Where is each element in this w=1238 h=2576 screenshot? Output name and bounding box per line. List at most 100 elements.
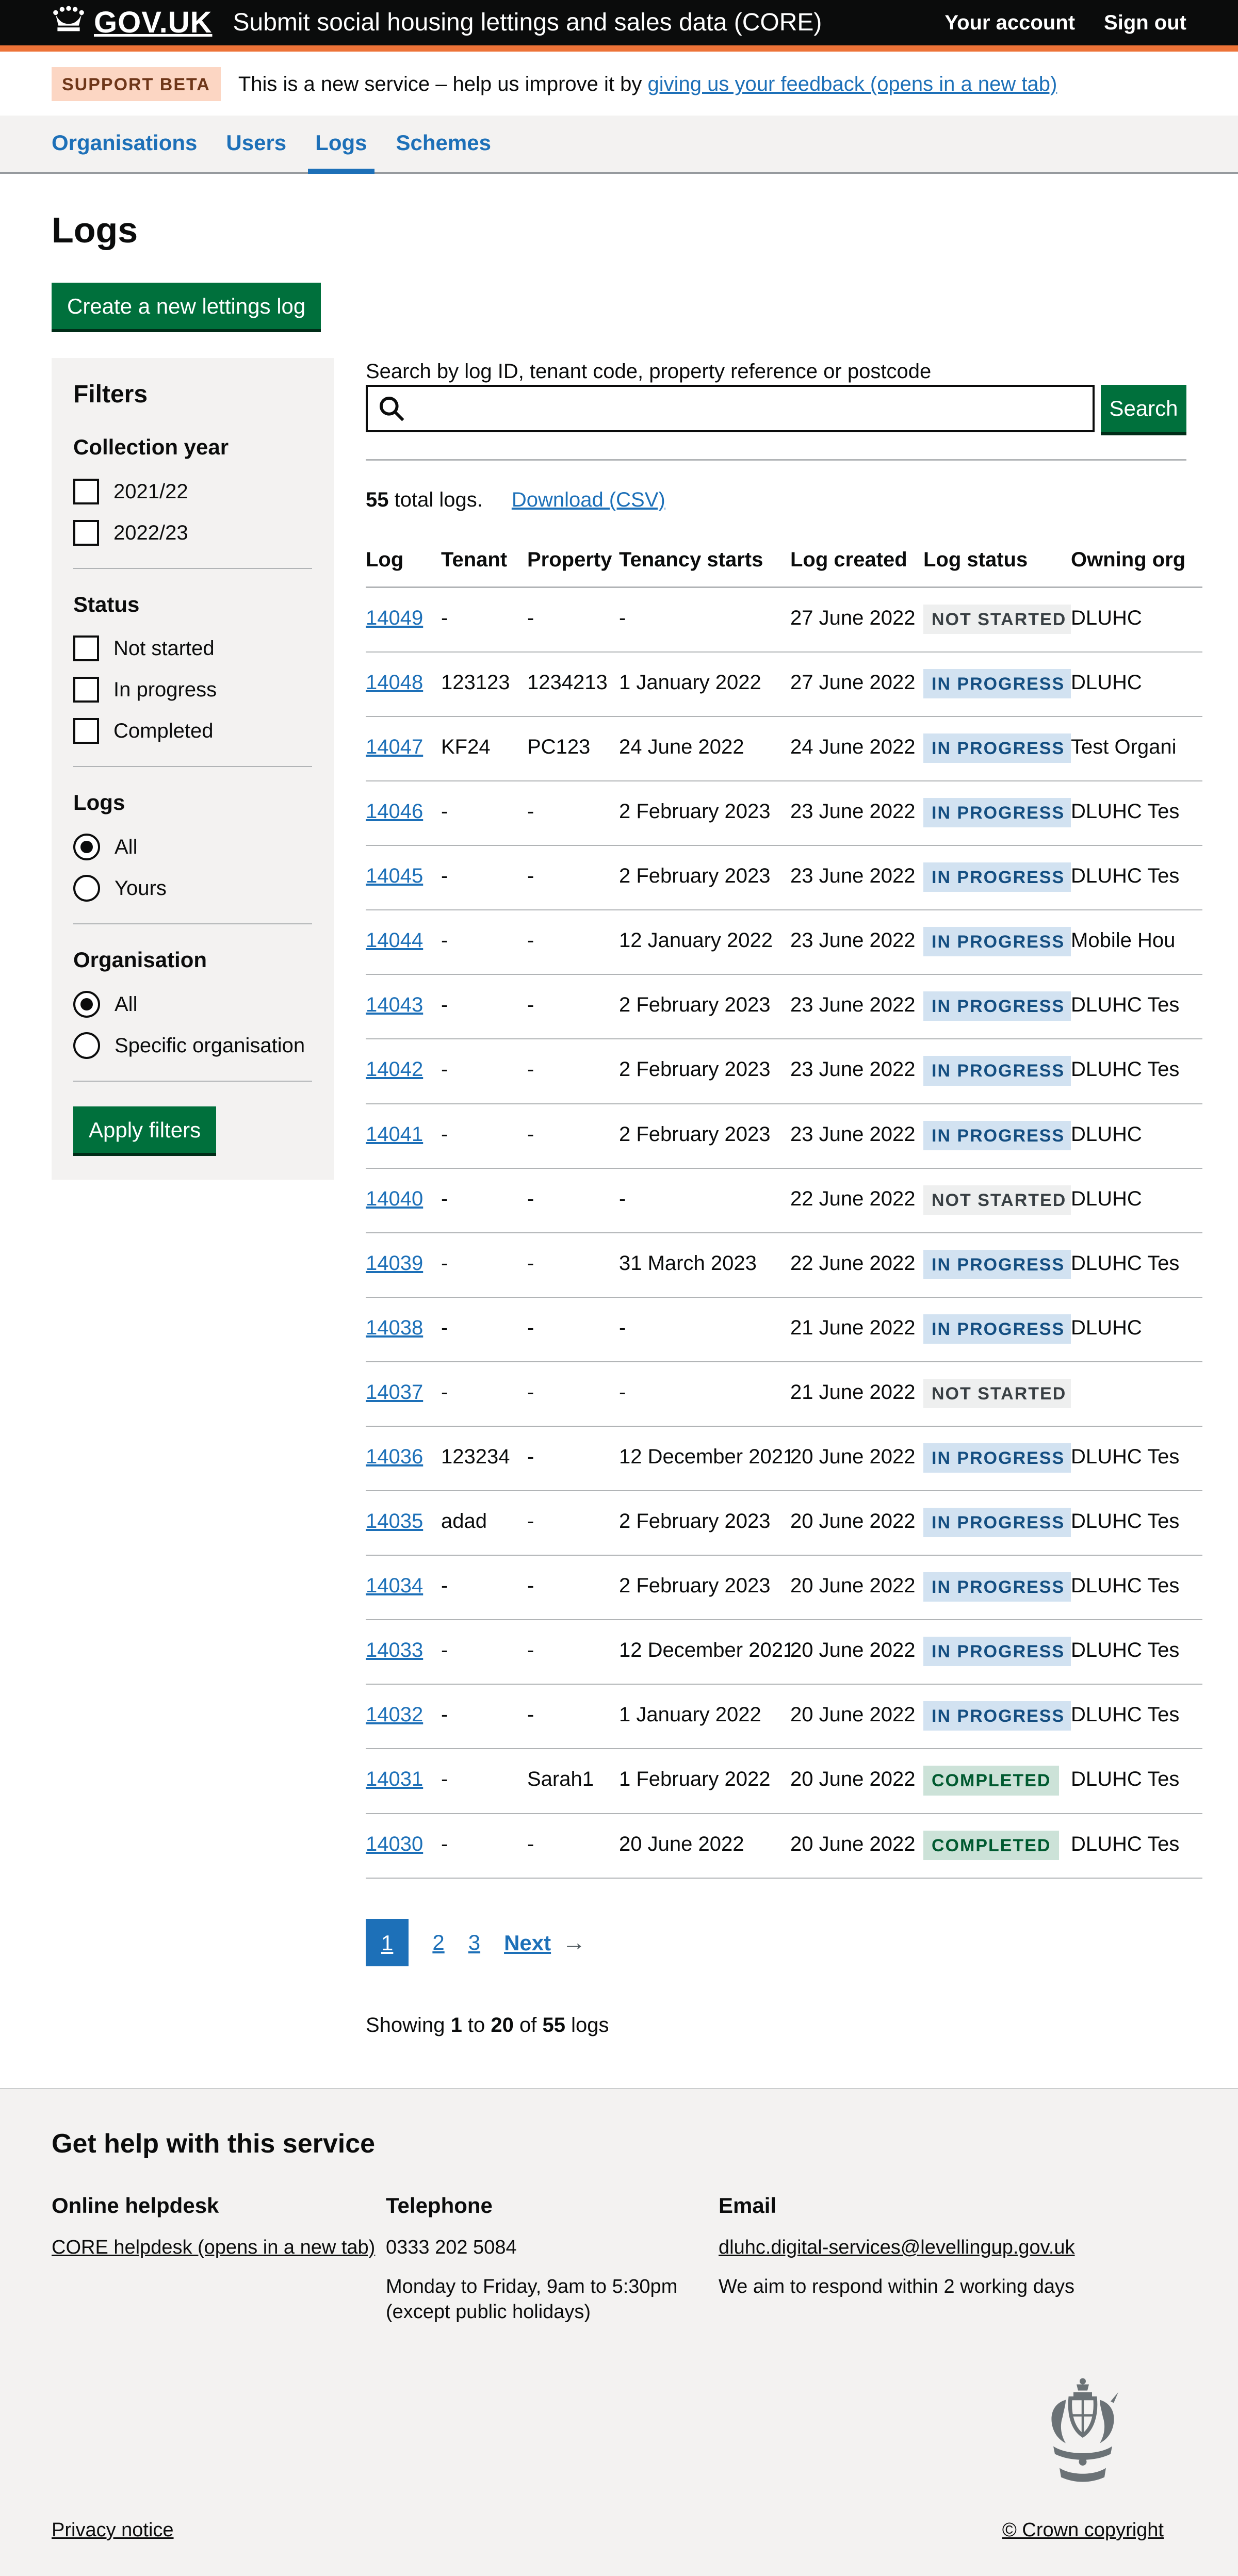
pagination-page-2[interactable]: 2: [432, 1929, 444, 1957]
tenancy-starts-cell: 2 February 2023: [619, 1039, 790, 1103]
pagination-page-1[interactable]: 1: [366, 1919, 409, 1967]
search-input[interactable]: [366, 385, 1095, 432]
log-id-link[interactable]: 14033: [366, 1639, 423, 1661]
pagination-next-link[interactable]: Next: [504, 1931, 551, 1955]
log-created-cell: 23 June 2022: [790, 845, 923, 910]
radio-logs-yours[interactable]: [73, 875, 100, 902]
log-id-link[interactable]: 14037: [366, 1381, 423, 1404]
checkbox-2022-23[interactable]: [73, 520, 99, 546]
property-cell: -: [527, 1555, 619, 1620]
tenancy-starts-cell: 24 June 2022: [619, 716, 790, 781]
radio-specific-organisation[interactable]: [73, 1032, 100, 1059]
tab-users[interactable]: Users: [226, 116, 286, 172]
log-id-link[interactable]: 14034: [366, 1574, 423, 1597]
tab-schemes-link[interactable]: Schemes: [396, 131, 491, 155]
tab-organisations[interactable]: Organisations: [52, 116, 197, 172]
sign-out-link[interactable]: Sign out: [1104, 9, 1186, 36]
checkbox-label: Completed: [113, 718, 213, 744]
log-id-link[interactable]: 14046: [366, 800, 423, 823]
log-id-link[interactable]: 14035: [366, 1510, 423, 1532]
owning-organisation-cell: Test Organi: [1071, 716, 1202, 781]
tenant-cell: adad: [441, 1491, 527, 1555]
privacy-notice-link[interactable]: Privacy notice: [52, 2518, 174, 2543]
log-created-cell: 22 June 2022: [790, 1168, 923, 1233]
download-csv-link[interactable]: Download (CSV): [512, 486, 665, 513]
service-name[interactable]: Submit social housing lettings and sales…: [233, 7, 822, 39]
owning-organisation-cell: Mobile Hou: [1071, 910, 1202, 974]
tab-schemes[interactable]: Schemes: [396, 116, 491, 172]
email-link[interactable]: dluhc.digital-services@levellingup.gov.u…: [719, 2237, 1075, 2258]
table-row: 14036 123234 - 12 December 2021 20 June …: [366, 1426, 1202, 1491]
beta-tag: SUPPORT BETA: [52, 67, 221, 101]
log-id-link[interactable]: 14042: [366, 1058, 423, 1081]
owning-organisation-cell: DLUHC Tes: [1071, 781, 1202, 845]
filter-option: 2021/22: [73, 478, 312, 505]
log-id-link[interactable]: 14047: [366, 736, 423, 758]
primary-navigation: Organisations Users Logs Schemes: [0, 116, 1238, 174]
tab-organisations-link[interactable]: Organisations: [52, 131, 197, 155]
tenant-cell: -: [441, 1749, 527, 1813]
log-id-link[interactable]: 14040: [366, 1187, 423, 1210]
table-row: 14043 - - 2 February 2023 23 June 2022 I…: [366, 974, 1202, 1039]
tenancy-starts-cell: -: [619, 587, 790, 652]
arrow-right-icon: →: [562, 1927, 586, 1958]
tenancy-starts-cell: 1 January 2022: [619, 1684, 790, 1749]
tab-logs[interactable]: Logs: [315, 116, 367, 172]
status-badge: Completed: [923, 1766, 1059, 1795]
log-created-cell: 24 June 2022: [790, 716, 923, 781]
feedback-link[interactable]: giving us your feedback (opens in a new …: [648, 73, 1057, 95]
log-id-link[interactable]: 14043: [366, 993, 423, 1016]
property-cell: Sarah1: [527, 1749, 619, 1813]
footer: Get help with this service Online helpde…: [0, 2088, 1238, 2576]
pagination-page-3[interactable]: 3: [468, 1929, 480, 1957]
log-id-link[interactable]: 14041: [366, 1123, 423, 1146]
tenancy-starts-cell: 12 December 2021: [619, 1426, 790, 1491]
log-id-link[interactable]: 14039: [366, 1252, 423, 1275]
log-id-link[interactable]: 14045: [366, 865, 423, 887]
radio-organisation-all[interactable]: [73, 991, 100, 1018]
checkbox-in-progress[interactable]: [73, 677, 99, 703]
status-badge: In progress: [923, 862, 1071, 892]
log-created-cell: 23 June 2022: [790, 974, 923, 1039]
checkbox-completed[interactable]: [73, 718, 99, 744]
tab-logs-link[interactable]: Logs: [315, 131, 367, 155]
apply-filters-button[interactable]: Apply filters: [73, 1106, 216, 1153]
log-id-link[interactable]: 14048: [366, 671, 423, 694]
status-badge: In progress: [923, 1443, 1071, 1473]
results-count-suffix: total logs.: [389, 488, 483, 511]
log-created-cell: 22 June 2022: [790, 1233, 923, 1297]
checkbox-not-started[interactable]: [73, 635, 99, 661]
table-row: 14039 - - 31 March 2023 22 June 2022 In …: [366, 1233, 1202, 1297]
radio-label: Specific organisation: [115, 1032, 305, 1059]
showing-from: 1: [451, 2014, 462, 2036]
log-created-cell: 20 June 2022: [790, 1749, 923, 1813]
log-id-link[interactable]: 14030: [366, 1833, 423, 1855]
core-helpdesk-link[interactable]: CORE helpdesk (opens in a new tab): [52, 2237, 375, 2258]
log-id-link[interactable]: 14044: [366, 929, 423, 952]
log-created-cell: 20 June 2022: [790, 1491, 923, 1555]
log-id-link[interactable]: 14036: [366, 1445, 423, 1468]
search-button[interactable]: Search: [1101, 385, 1186, 432]
tenant-cell: -: [441, 974, 527, 1039]
property-cell: -: [527, 1426, 619, 1491]
email-note: We aim to respond within 2 working days: [719, 2274, 1111, 2300]
checkbox-2021-22[interactable]: [73, 479, 99, 504]
telephone-hours: Monday to Friday, 9am to 5:30pm: [386, 2274, 719, 2300]
govuk-logo[interactable]: GOV.UK: [52, 3, 212, 42]
table-header-row: Log Tenant Property Tenancy starts Log c…: [366, 534, 1202, 588]
filter-option: Completed: [73, 718, 312, 744]
your-account-link[interactable]: Your account: [944, 9, 1075, 36]
crown-copyright-link[interactable]: © Crown copyright: [1002, 2518, 1164, 2543]
table-row: 14032 - - 1 January 2022 20 June 2022 In…: [366, 1684, 1202, 1749]
radio-logs-all[interactable]: [73, 834, 100, 860]
log-id-link[interactable]: 14031: [366, 1768, 423, 1790]
log-id-link[interactable]: 14049: [366, 607, 423, 629]
create-lettings-log-button[interactable]: Create a new lettings log: [52, 283, 321, 329]
tab-users-link[interactable]: Users: [226, 131, 286, 155]
log-id-link[interactable]: 14038: [366, 1316, 423, 1339]
log-id-link[interactable]: 14032: [366, 1703, 423, 1726]
filter-option: All: [73, 834, 312, 860]
col-header-tenancy-starts: Tenancy starts: [619, 534, 790, 588]
col-header-log: Log: [366, 534, 441, 588]
results-summary: 55 total logs. Download (CSV): [366, 486, 1186, 513]
